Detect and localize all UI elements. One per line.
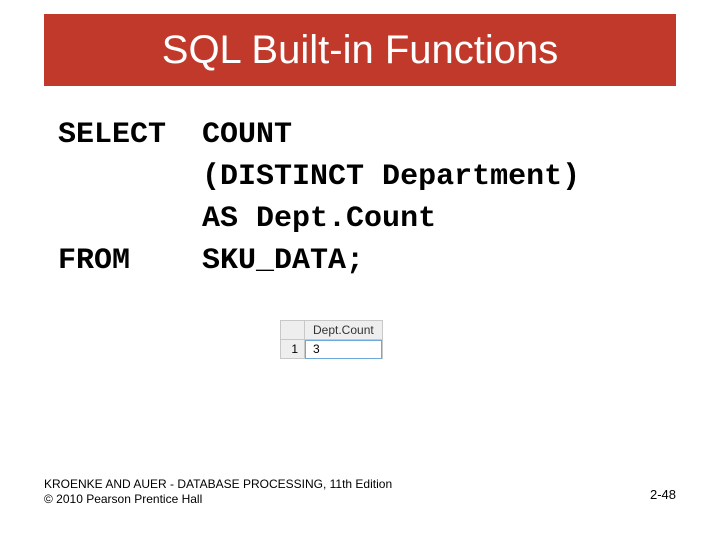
table-header-row: Dept.Count (281, 321, 383, 340)
row-number: 1 (281, 340, 305, 359)
code-line-3: AS Dept.Count (58, 198, 580, 240)
result-cell: 3 (305, 340, 383, 359)
table-name: SKU_DATA; (202, 244, 364, 278)
code-line-4: FROM SKU_DATA; (58, 240, 580, 282)
as-alias: AS Dept.Count (202, 202, 436, 236)
title-bar: SQL Built-in Functions (44, 14, 676, 86)
query-result-table: Dept.Count 1 3 (280, 320, 383, 359)
code-line-1: SELECT COUNT (58, 114, 580, 156)
page-number: 2-48 (650, 487, 676, 502)
kw-select: SELECT (58, 118, 166, 152)
slide-title: SQL Built-in Functions (162, 28, 558, 73)
kw-from: FROM (58, 244, 130, 278)
kw-count: COUNT (202, 118, 292, 152)
rownum-header (281, 321, 305, 340)
footer-attribution: KROENKE AND AUER - DATABASE PROCESSING, … (44, 477, 392, 508)
sql-code-block: SELECT COUNT (DISTINCT Department) AS De… (58, 114, 580, 282)
footer-copyright: © 2010 Pearson Prentice Hall (44, 492, 392, 508)
footer-book: KROENKE AND AUER - DATABASE PROCESSING, … (44, 477, 392, 493)
code-line-2: (DISTINCT Department) (58, 156, 580, 198)
distinct-clause: (DISTINCT Department) (202, 160, 580, 194)
column-header: Dept.Count (305, 321, 383, 340)
table-row: 1 3 (281, 340, 383, 359)
